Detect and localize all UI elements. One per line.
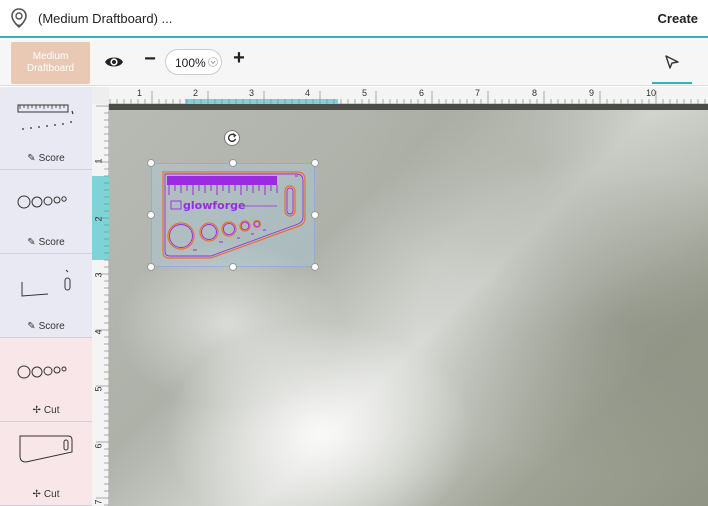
title-bar: (Medium Draftboard) ... Create (0, 0, 708, 38)
step-thumbnail (17, 104, 74, 130)
rotate-icon[interactable] (224, 130, 240, 146)
resize-handle-top[interactable] (229, 159, 237, 167)
step-thumbnail (21, 269, 71, 297)
ruler-number: 6 (93, 443, 104, 449)
chevron-down-icon (208, 57, 218, 67)
step-label: ✎ Score (27, 237, 65, 248)
ruler-number: 3 (93, 272, 104, 278)
step-item[interactable]: ✢ Cut (0, 422, 92, 506)
ruler-ticks (95, 91, 706, 104)
ruler-number: 4 (305, 88, 311, 98)
ruler-number: 8 (532, 88, 538, 98)
step-label: ✢ Cut (32, 489, 60, 500)
ruler-number: 7 (93, 499, 104, 505)
step-label: ✎ Score (27, 153, 65, 164)
ruler-number: 6 (419, 88, 425, 98)
glowforge-logo-icon[interactable] (8, 7, 30, 29)
ruler-horizontal: 1 2 3 4 5 6 7 8 9 10 (92, 87, 708, 104)
zoom-value: 100% (175, 56, 206, 70)
step-item[interactable]: ✢ Cut (0, 338, 92, 422)
toolbar: Medium Draftboard − 100% + (0, 40, 708, 86)
ruler-number: 1 (93, 158, 104, 164)
step-thumbnail (17, 365, 67, 379)
document-title[interactable]: (Medium Draftboard) ... (38, 11, 172, 26)
resize-handle-right[interactable] (311, 211, 319, 219)
ruler-number: 9 (589, 88, 595, 98)
ruler-number: 10 (646, 88, 657, 98)
ruler-number: 2 (93, 216, 104, 222)
design-canvas[interactable]: glowforge (109, 104, 708, 506)
step-item[interactable]: ✎ Score (0, 254, 92, 338)
resize-handle-bl[interactable] (147, 263, 155, 271)
zoom-out-button[interactable]: − (142, 48, 158, 71)
select-tool-button[interactable] (652, 42, 692, 84)
eye-icon[interactable] (104, 52, 124, 72)
pointer-icon (665, 55, 679, 69)
step-item[interactable]: ✎ Score (0, 170, 92, 254)
step-label: ✢ Cut (32, 405, 60, 416)
resize-handle-left[interactable] (147, 211, 155, 219)
resize-handle-br[interactable] (311, 263, 319, 271)
resize-handle-bottom[interactable] (229, 263, 237, 271)
create-button[interactable]: Create (658, 11, 698, 26)
material-button[interactable]: Medium Draftboard (11, 42, 90, 84)
ruler-number: 2 (193, 88, 199, 98)
ruler-number: 4 (93, 329, 104, 335)
ruler-number: 3 (249, 88, 255, 98)
ruler-vertical: 1 2 3 4 5 6 7 (92, 104, 109, 506)
artwork-text: glowforge (183, 199, 245, 212)
resize-handle-tl[interactable] (147, 159, 155, 167)
step-label: ✎ Score (27, 321, 65, 332)
ruler-artwork[interactable]: glowforge (159, 168, 309, 262)
steps-panel: ✎ Score ✎ Score ✎ Score ✢ Cut ✢ Cut (0, 87, 92, 506)
step-thumbnail (17, 195, 67, 209)
bed-edge (109, 104, 708, 110)
ruler-number: 1 (137, 88, 143, 98)
ruler-corner (92, 87, 109, 104)
ruler-number: 5 (362, 88, 368, 98)
resize-handle-tr[interactable] (311, 159, 319, 167)
zoom-select[interactable]: 100% (165, 49, 222, 75)
zoom-in-button[interactable]: + (231, 47, 247, 70)
ruler-number: 5 (93, 386, 104, 392)
step-item[interactable]: ✎ Score (0, 87, 92, 170)
ruler-number: 7 (475, 88, 481, 98)
step-thumbnail (19, 435, 73, 463)
